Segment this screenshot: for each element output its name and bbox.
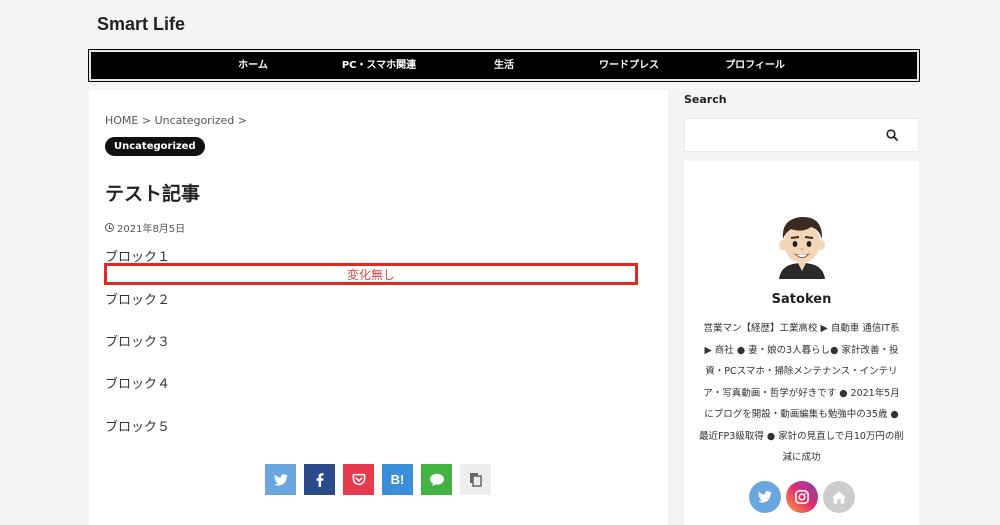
profile-social-links [749,481,855,513]
highlight-box: 変化無し [104,263,638,285]
profile-twitter-button[interactable] [749,481,781,513]
block-3: ブロック３ [105,335,171,350]
search-heading: Search [684,93,727,106]
nav-item-life[interactable]: 生活 [494,52,514,79]
nav-item-wordpress[interactable]: ワードプレス [599,52,659,79]
page-title: テスト記事 [105,183,201,205]
highlight-text: 変化無し [346,267,395,282]
search-icon[interactable] [886,129,898,141]
line-icon [429,473,444,486]
category-badge[interactable]: Uncategorized [105,137,205,156]
nav-item-pc-smartphone[interactable]: PC・スマホ関連 [342,52,416,79]
home-icon [832,490,846,504]
site-title[interactable]: Smart Life [97,14,185,35]
post-date: 2021年8月5日 [105,220,185,235]
hatena-icon: B! [390,472,405,487]
avatar [779,216,825,279]
main-nav: ホーム PC・スマホ関連 生活 ワードプレス プロフィール [88,49,920,82]
copy-icon [469,472,482,487]
share-hatena-button[interactable]: B! [382,464,413,495]
block-2: ブロック２ [105,293,171,308]
copy-link-button[interactable] [460,464,491,495]
profile-card: Satoken 営業マン【経歴】工業高校 ▶ 自動車 通信IT系 ▶ 商社 ● … [684,161,919,525]
nav-item-profile[interactable]: プロフィール [725,52,785,79]
block-4: ブロック４ [105,377,171,392]
clock-icon [105,223,114,232]
post-date-text: 2021年8月5日 [117,224,186,235]
share-line-button[interactable] [421,464,452,495]
share-buttons: B! [265,464,491,495]
facebook-icon [316,472,323,487]
profile-instagram-button[interactable] [786,481,818,513]
pocket-icon [352,473,365,486]
profile-name: Satoken [771,292,832,307]
article-main: HOME > Uncategorized > Uncategorized テスト… [89,90,668,525]
twitter-icon [758,491,772,503]
block-5: ブロック５ [105,420,171,435]
profile-bio: 営業マン【経歴】工業高校 ▶ 自動車 通信IT系 ▶ 商社 ● 妻・娘の3人暮ら… [699,323,904,463]
share-twitter-button[interactable] [265,464,296,495]
profile-home-button[interactable] [823,481,855,513]
breadcrumb[interactable]: HOME > Uncategorized > [105,114,247,127]
share-pocket-button[interactable] [343,464,374,495]
search-box[interactable] [684,118,919,152]
nav-item-home[interactable]: ホーム [238,52,268,79]
instagram-icon [795,490,809,504]
share-facebook-button[interactable] [304,464,335,495]
twitter-icon [273,473,288,486]
